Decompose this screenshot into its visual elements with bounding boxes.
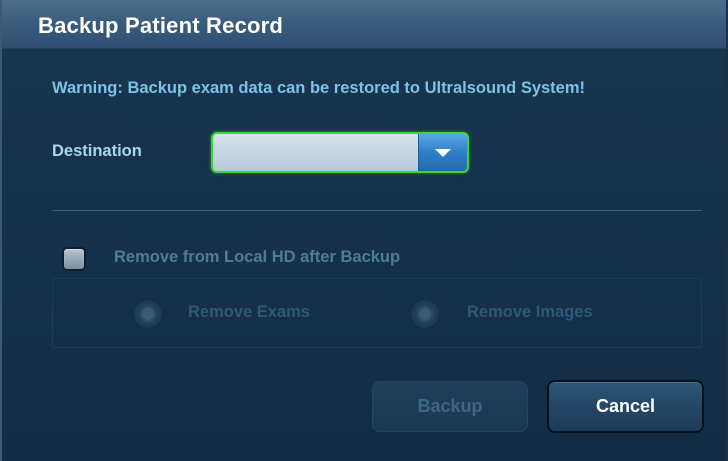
remove-exams-radio[interactable]	[134, 300, 162, 328]
radio-dot	[419, 308, 431, 320]
remove-from-local-hd-label[interactable]: Remove from Local HD after Backup	[114, 248, 400, 267]
remove-from-local-hd-checkbox[interactable]	[62, 247, 86, 271]
radio-dot	[142, 308, 154, 320]
remove-images-radio[interactable]	[411, 300, 439, 328]
chevron-down-icon	[435, 149, 451, 157]
remove-images-label[interactable]: Remove Images	[467, 303, 593, 322]
remove-exams-label[interactable]: Remove Exams	[188, 303, 310, 322]
backup-button[interactable]: Backup	[372, 381, 528, 432]
backup-dialog: Backup Patient Record Warning: Backup ex…	[0, 0, 728, 461]
cancel-button[interactable]: Cancel	[547, 380, 704, 433]
destination-dropdown-button[interactable]	[418, 134, 467, 171]
warning-message: Warning: Backup exam data can be restore…	[52, 79, 586, 97]
divider	[52, 210, 702, 211]
destination-dropdown[interactable]	[211, 132, 469, 173]
dialog-title-bar[interactable]: Backup Patient Record	[2, 0, 726, 49]
destination-label: Destination	[52, 142, 142, 160]
dialog-title: Backup Patient Record	[38, 13, 284, 38]
